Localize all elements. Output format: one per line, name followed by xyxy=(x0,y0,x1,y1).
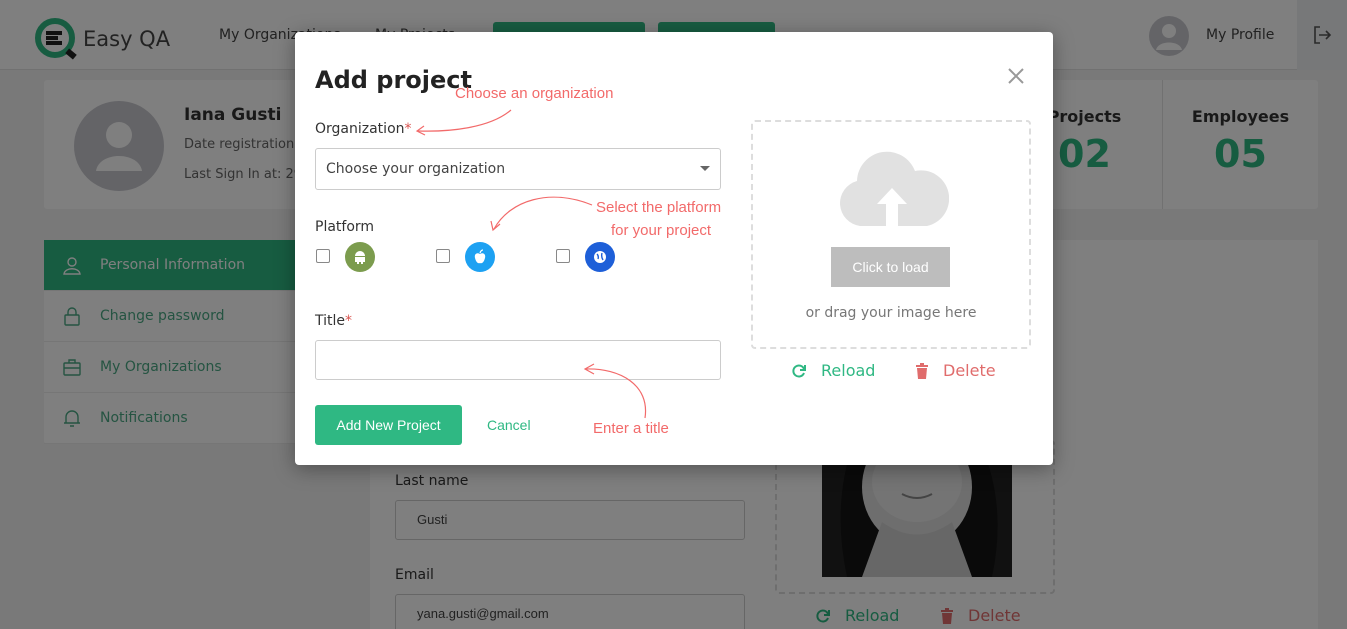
organization-label: Organization* xyxy=(315,121,412,137)
add-new-project-button[interactable]: Add New Project xyxy=(315,405,462,445)
android-checkbox[interactable] xyxy=(316,249,330,263)
globe-glyph xyxy=(594,251,606,263)
android-icon xyxy=(345,242,375,272)
organization-label-text: Organization xyxy=(315,121,405,137)
image-upload-dropzone[interactable]: Click to load or drag your image here xyxy=(751,120,1031,349)
cancel-button[interactable]: Cancel xyxy=(487,417,531,433)
reload-icon xyxy=(792,364,806,377)
annotation-organization: Choose an organization xyxy=(455,85,614,102)
apple-icon xyxy=(465,242,495,272)
annotation-platform-line2: for your project xyxy=(611,222,712,239)
globe-icon xyxy=(585,242,615,272)
title-label: Title* xyxy=(315,313,352,329)
title-label-text: Title xyxy=(315,313,346,329)
reload-label: Reload xyxy=(821,361,876,380)
click-to-load-button[interactable]: Click to load xyxy=(831,247,950,287)
required-mark: * xyxy=(404,121,412,137)
add-project-modal: Add project Organization* Choose your or… xyxy=(295,32,1053,465)
ios-checkbox[interactable] xyxy=(436,249,450,263)
organization-select-value: Choose your organization xyxy=(326,161,506,177)
close-icon[interactable] xyxy=(1005,65,1027,87)
upload-delete-button[interactable]: Delete xyxy=(915,361,996,380)
title-input[interactable] xyxy=(315,340,721,380)
drag-hint: or drag your image here xyxy=(805,305,977,321)
annotation-platform-line1: Select the platform xyxy=(596,199,722,216)
platform-label: Platform xyxy=(315,219,375,235)
cloud-upload-icon xyxy=(840,151,949,226)
web-checkbox[interactable] xyxy=(556,249,570,263)
annotation-title: Enter a title xyxy=(593,420,669,437)
trash-icon xyxy=(916,362,928,379)
required-mark: * xyxy=(345,313,353,329)
delete-label: Delete xyxy=(943,361,996,380)
organization-select[interactable]: Choose your organization xyxy=(315,148,721,190)
upload-reload-button[interactable]: Reload xyxy=(791,361,875,380)
android-glyph xyxy=(355,251,365,264)
chevron-down-icon xyxy=(700,166,710,171)
apple-glyph xyxy=(474,249,486,264)
modal-title: Add project xyxy=(315,66,472,94)
